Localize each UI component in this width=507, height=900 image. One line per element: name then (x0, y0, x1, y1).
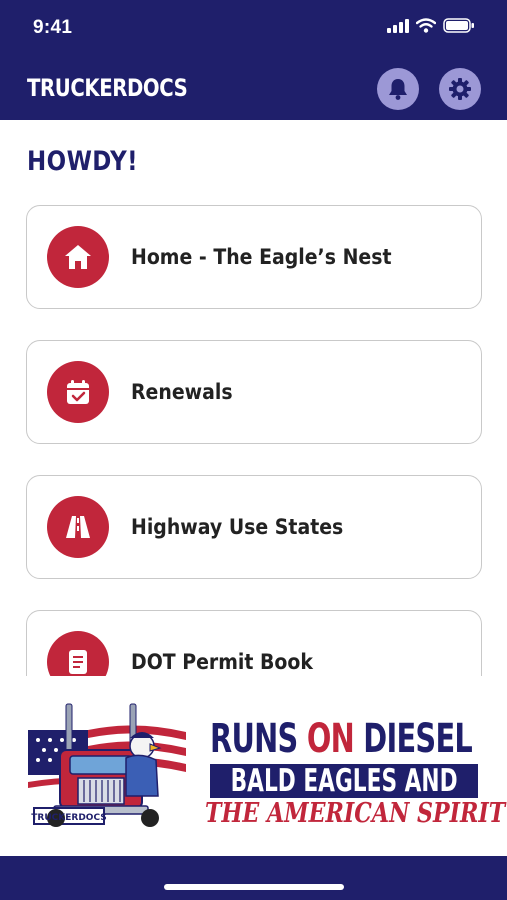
menu-item-home[interactable]: Home - The Eagle’s Nest (26, 205, 482, 309)
menu-item-dot-permit-book[interactable]: DOT Permit Book (26, 610, 482, 676)
road-icon (47, 496, 109, 558)
battery-icon (443, 18, 474, 33)
banner-line-2: BALD EAGLES AND (210, 764, 478, 798)
greeting-heading: HOWDY! (27, 146, 139, 177)
app-header: 9:41 TRUCKERDOCS (0, 0, 507, 120)
wifi-icon (416, 18, 436, 33)
home-icon (47, 226, 109, 288)
app-title: TRUCKERDOCS (27, 74, 188, 102)
bottom-bar (0, 856, 507, 900)
menu-list[interactable]: Home - The Eagle’s Nest Renewals Highway… (0, 190, 507, 676)
menu-item-highway-use-states[interactable]: Highway Use States (26, 475, 482, 579)
banner-line-1: RUNS ON DIESEL (210, 716, 473, 762)
calendar-check-icon (47, 361, 109, 423)
document-icon (47, 631, 109, 676)
banner-line-1-part-a: RUNS (210, 716, 307, 762)
menu-item-renewals[interactable]: Renewals (26, 340, 482, 444)
bell-icon (389, 79, 407, 100)
banner-line-3: THE AMERICAN SPIRIT (205, 798, 506, 829)
banner-line-1-part-c: DIESEL (353, 716, 473, 762)
menu-item-label: Highway Use States (131, 515, 344, 539)
status-time: 9:41 (33, 17, 73, 38)
logo-wordmark: TRUCKERDOCS (31, 813, 106, 823)
gear-icon (449, 78, 471, 100)
notifications-button[interactable] (377, 68, 419, 110)
menu-item-label: DOT Permit Book (131, 650, 313, 674)
settings-button[interactable] (439, 68, 481, 110)
menu-item-label: Renewals (131, 380, 233, 404)
menu-item-label: Home - The Eagle’s Nest (131, 245, 392, 269)
banner-line-1-part-b: ON (306, 716, 355, 762)
status-icons (387, 18, 475, 33)
home-indicator[interactable] (164, 884, 344, 890)
banner-line-2-text: BALD EAGLES AND (230, 764, 458, 798)
truck-eagle-logo: TRUCKERDOCS (28, 703, 186, 827)
signal-icon (387, 18, 409, 33)
